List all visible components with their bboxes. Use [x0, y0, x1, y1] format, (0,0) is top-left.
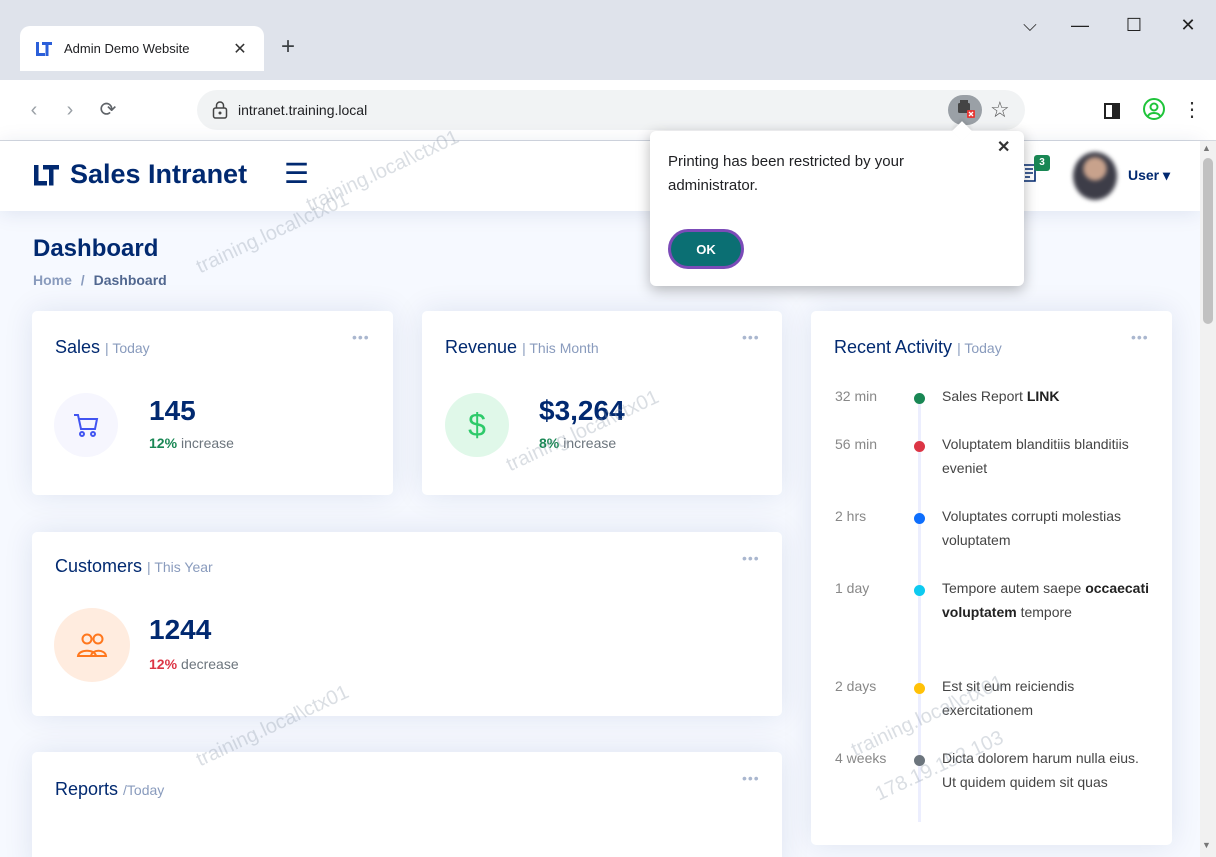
activity-text: Est sit eum reiciendis exercitationem [942, 678, 1075, 718]
activity-text: Tempore autem saepe occaecati voluptatem… [942, 580, 1150, 620]
activity-dot [914, 683, 925, 694]
activity-text: Voluptatem blanditiis blanditiis eveniet [942, 436, 1129, 476]
url-text[interactable]: intranet.training.local [238, 102, 367, 118]
customers-change: 12% decrease [149, 656, 239, 672]
activity-dot [914, 585, 925, 596]
breadcrumb: Home / Dashboard [33, 272, 167, 288]
activity-text: Dicta dolorem harum nulla eius. Ut quide… [942, 750, 1139, 790]
activity-dot [914, 513, 925, 524]
activity-time: 4 weeks [835, 750, 887, 766]
popup-close-icon[interactable]: ✕ [997, 137, 1010, 157]
activity-time: 2 days [835, 678, 877, 694]
scroll-up-arrow[interactable]: ▲ [1202, 143, 1211, 153]
activity-time: 2 hrs [835, 508, 867, 524]
revenue-value: $3,264 [539, 395, 625, 426]
activity-card-title: Recent Activity | Today [834, 337, 1002, 357]
forward-icon[interactable]: › [58, 96, 82, 124]
revenue-card-menu-icon[interactable]: ••• [742, 329, 760, 345]
lock-icon[interactable] [212, 100, 228, 120]
customers-card-title: Customers | This Year [55, 556, 213, 576]
side-panel-icon[interactable] [1104, 103, 1120, 119]
activity-card-menu-icon[interactable]: ••• [1131, 329, 1149, 345]
cart-icon [54, 393, 118, 457]
breadcrumb-home[interactable]: Home [33, 272, 72, 288]
brand-logo-icon[interactable] [33, 163, 61, 189]
popup-ok-button[interactable]: OK [668, 229, 744, 269]
activity-dot [914, 393, 925, 404]
reload-icon[interactable]: ⟳ [96, 96, 120, 124]
scroll-down-arrow[interactable]: ▼ [1202, 840, 1211, 850]
sales-value: 145 [149, 395, 196, 426]
notifications-badge: 3 [1034, 155, 1050, 171]
people-icon [54, 608, 130, 682]
activity-dot [914, 441, 925, 452]
new-tab-icon[interactable]: + [276, 32, 300, 62]
bookmark-star-icon[interactable]: ☆ [990, 98, 1010, 122]
revenue-card: Revenue | This Month ••• $ $3,264 8% incr… [422, 311, 782, 495]
user-dropdown[interactable]: User ▾ [1128, 167, 1170, 184]
hamburger-menu-icon[interactable]: ☰ [284, 160, 309, 188]
avatar[interactable] [1073, 152, 1117, 200]
activity-dot [914, 755, 925, 766]
reports-card: Reports /Today ••• [32, 752, 782, 857]
breadcrumb-current: Dashboard [93, 272, 167, 288]
activity-time: 56 min [835, 436, 878, 452]
sales-card-title: Sales | Today [55, 337, 150, 357]
revenue-card-title: Revenue | This Month [445, 337, 599, 357]
brand-name[interactable]: Sales Intranet [70, 159, 247, 190]
tab-title: Admin Demo Website [64, 41, 190, 56]
maximize-icon[interactable]: ☐ [1114, 10, 1154, 40]
breadcrumb-separator: / [80, 272, 85, 288]
sales-card: Sales | Today ••• 145 12% increase [32, 311, 393, 495]
activity-link[interactable]: LINK [1027, 388, 1060, 404]
minimize-icon[interactable]: — [1060, 10, 1100, 40]
activity-time: 32 min [835, 388, 878, 404]
back-icon[interactable]: ‹ [22, 96, 46, 124]
print-blocked-icon[interactable] [948, 95, 982, 125]
reports-card-title: Reports /Today [55, 779, 165, 799]
activity-text: Voluptates corrupti molestias voluptatem [942, 508, 1121, 548]
customers-card-menu-icon[interactable]: ••• [742, 550, 760, 566]
sales-card-menu-icon[interactable]: ••• [352, 329, 370, 345]
popup-message: Printing has been restricted by your adm… [668, 153, 904, 194]
browser-tab[interactable]: Admin Demo Website ✕ [20, 26, 264, 71]
revenue-change: 8% increase [539, 435, 617, 451]
reports-card-menu-icon[interactable]: ••• [742, 770, 760, 786]
window-close-icon[interactable]: ✕ [1168, 10, 1208, 40]
dollar-icon: $ [445, 393, 509, 457]
scrollbar-thumb[interactable] [1203, 158, 1213, 324]
activity-text: Sales Report LINK [942, 388, 1060, 404]
tab-close-icon[interactable]: ✕ [230, 39, 250, 59]
sales-change: 12% increase [149, 435, 234, 451]
browser-menu-icon[interactable]: ⋮ [1182, 96, 1202, 124]
profile-icon[interactable] [1142, 97, 1166, 121]
customers-card: Customers | This Year ••• 1244 12% decrea… [32, 532, 782, 716]
activity-time: 1 day [835, 580, 870, 596]
customers-value: 1244 [149, 614, 212, 645]
page-title: Dashboard [33, 235, 159, 262]
site-logo-icon [36, 41, 52, 56]
tab-search-icon[interactable]: ⌵ [1010, 10, 1050, 40]
